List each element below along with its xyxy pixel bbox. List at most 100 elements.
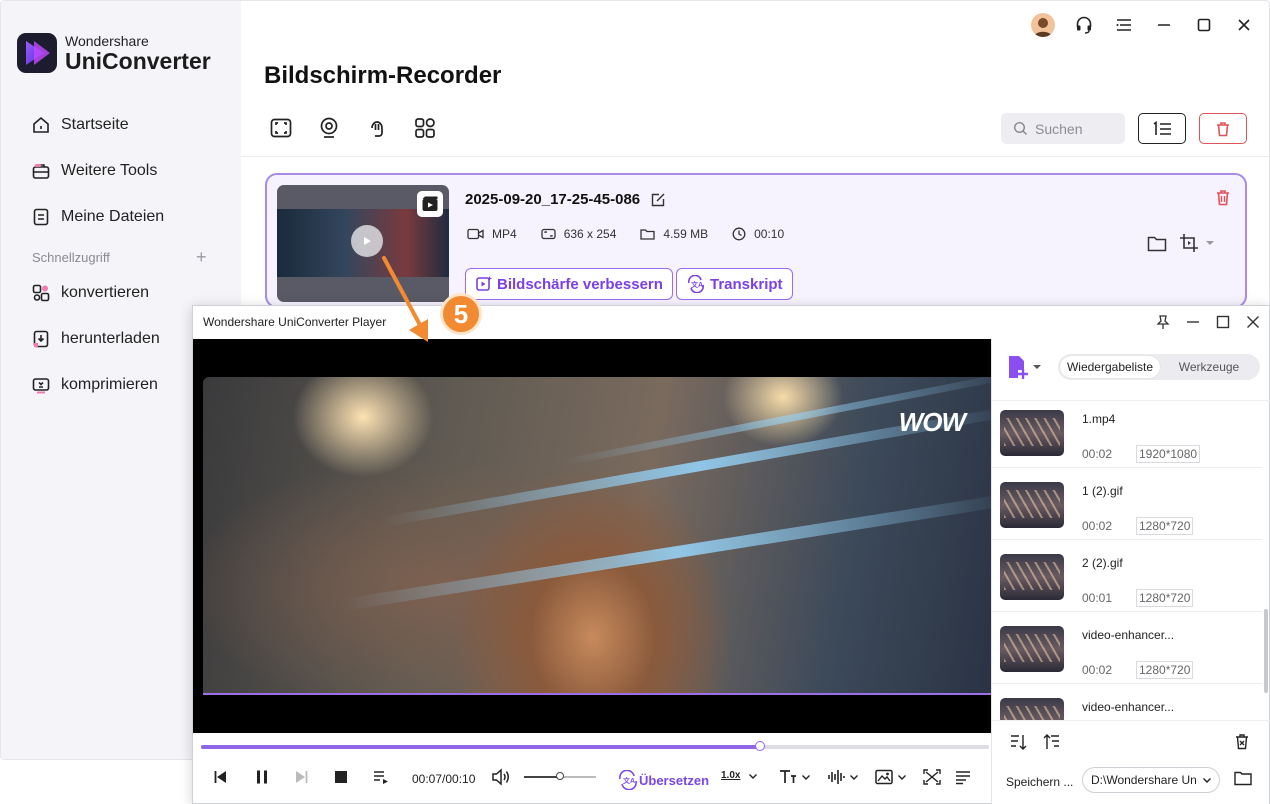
speed-dropdown[interactable]: 1.0x (721, 770, 758, 781)
more-apps-icon[interactable] (413, 116, 437, 140)
translate-button[interactable]: 文A Übersetzen (617, 770, 709, 790)
audio-track-dropdown[interactable] (827, 769, 859, 785)
volume-slider[interactable] (524, 772, 596, 780)
window-toolbar (1031, 13, 1255, 37)
list-item[interactable]: 1 (2).gif 00:02 1280*720 (992, 468, 1262, 540)
transcript-label: Transkript (710, 275, 783, 293)
menu-icon[interactable] (1113, 14, 1135, 36)
seek-handle[interactable] (755, 741, 766, 751)
player-menu-button[interactable] (955, 769, 971, 785)
speed-value: 1.0x (721, 770, 741, 781)
list-item[interactable]: 2 (2).gif 00:01 1280*720 (992, 540, 1262, 612)
playlist-toggle-button[interactable] (373, 769, 389, 785)
step-number-badge: 5 (440, 293, 482, 335)
transcript-button[interactable]: 文A Transkript (676, 268, 793, 300)
sidebar-item-label: komprimieren (61, 376, 158, 393)
search-input[interactable] (1035, 120, 1125, 137)
playlist-item-name: video-enhancer... (1082, 628, 1175, 642)
sidebar-item-herunterladen[interactable]: herunterladen (31, 326, 160, 352)
audio-record-icon[interactable] (365, 116, 389, 140)
playlist-scrollbar[interactable] (1264, 609, 1268, 693)
home-icon (33, 116, 49, 133)
webcam-icon[interactable] (317, 116, 341, 140)
open-folder-icon[interactable] (1147, 235, 1167, 252)
previous-button[interactable] (213, 769, 229, 785)
recording-resolution: 636 x 254 (563, 227, 617, 241)
volume-button[interactable] (491, 768, 511, 786)
clear-playlist-icon[interactable] (1234, 733, 1250, 750)
screen-record-icon[interactable] (269, 116, 293, 140)
add-quick-access-button[interactable]: + (196, 247, 207, 268)
video-clip-icon (417, 191, 443, 217)
sidebar-item-startseite[interactable]: Startseite (31, 112, 129, 138)
sort-descending-icon[interactable] (1042, 733, 1060, 751)
sidebar-item-weitere-tools[interactable]: Weitere Tools (31, 158, 157, 184)
tab-wiedergabeliste[interactable]: Wiedergabeliste (1060, 356, 1160, 378)
recording-meta: MP4 636 x 254 4.59 MB 00:10 (467, 227, 808, 241)
image-icon (875, 769, 893, 785)
snapshot-dropdown[interactable] (875, 769, 907, 785)
stop-button[interactable] (333, 769, 349, 785)
maximize-icon[interactable] (1193, 14, 1215, 36)
play-icon[interactable] (351, 225, 383, 257)
playlist-thumbnail (1000, 626, 1064, 672)
list-item[interactable]: video-enhancer... (992, 684, 1262, 720)
sidebar-item-meine-dateien[interactable]: Meine Dateien (31, 204, 164, 230)
resolution-icon (541, 228, 556, 240)
sidebar-item-komprimieren[interactable]: komprimieren (31, 372, 158, 398)
edit-dropdown[interactable] (1179, 233, 1215, 253)
next-button[interactable] (293, 769, 309, 785)
sidebar-item-label: Weitere Tools (61, 162, 158, 179)
save-location-select[interactable]: D:\Wondershare Un (1082, 767, 1220, 793)
player-maximize-icon[interactable] (1215, 312, 1231, 332)
chevron-down-icon (802, 775, 810, 780)
volume-handle[interactable] (556, 772, 564, 780)
search-box (1001, 113, 1125, 144)
sort-ascending-icon[interactable] (1010, 733, 1028, 751)
time-display: 00:07/00:10 (412, 772, 476, 786)
sort-button[interactable] (1138, 113, 1186, 144)
recorder-mode-bar (269, 116, 437, 140)
subtitle-dropdown[interactable] (779, 769, 811, 785)
user-avatar[interactable] (1031, 13, 1055, 37)
minimize-icon[interactable] (1153, 14, 1175, 36)
recording-card[interactable]: 2025-09-20_17-25-45-086 MP4 636 x 254 4.… (265, 173, 1247, 308)
add-file-icon (1009, 356, 1028, 379)
skip-back-icon (214, 771, 226, 783)
chevron-down-icon (898, 775, 906, 780)
close-icon[interactable] (1233, 14, 1255, 36)
headset-icon[interactable] (1073, 14, 1095, 36)
player-minimize-icon[interactable] (1185, 312, 1201, 332)
enhance-sharpness-button[interactable]: Bildschärfe verbessern (465, 268, 673, 300)
player-close-icon[interactable] (1245, 312, 1261, 332)
recording-name: 2025-09-20_17-25-45-086 (465, 191, 666, 208)
recording-format: MP4 (492, 227, 517, 241)
playlist-item-name: video-enhancer... (1082, 700, 1175, 714)
crop-edit-icon (1180, 234, 1198, 252)
playlist-item-duration: 00:02 (1082, 663, 1113, 677)
add-file-dropdown[interactable] (1006, 354, 1042, 380)
tab-werkzeuge[interactable]: Werkzeuge (1160, 356, 1258, 378)
playlist-item-name: 1.mp4 (1082, 412, 1116, 426)
sidebar-item-konvertieren[interactable]: konvertieren (31, 280, 149, 306)
playlist-thumbnail (1000, 410, 1064, 456)
video-viewport[interactable]: WOW (193, 339, 991, 733)
fullscreen-button[interactable] (923, 769, 941, 785)
seek-bar[interactable] (201, 741, 989, 751)
playlist-item-duration: 00:02 (1082, 447, 1113, 461)
video-format-icon (467, 228, 484, 240)
delete-recording-icon[interactable] (1215, 189, 1231, 206)
recording-thumbnail[interactable] (277, 185, 449, 302)
open-output-folder-icon[interactable] (1234, 771, 1252, 786)
sidebar-item-label: konvertieren (61, 284, 150, 301)
video-frame[interactable]: WOW (203, 377, 991, 695)
delete-all-button[interactable] (1199, 113, 1247, 144)
list-item[interactable]: video-enhancer... 00:02 1280*720 (992, 612, 1262, 684)
pin-icon[interactable] (1155, 312, 1171, 332)
quick-access-label: Schnellzugriff (32, 250, 110, 265)
rename-icon[interactable] (650, 192, 666, 208)
pause-button[interactable] (254, 769, 270, 785)
sidebar-item-label: herunterladen (61, 330, 160, 347)
list-item[interactable]: 1.mp4 00:02 1920*1080 (992, 402, 1262, 468)
compress-icon (32, 378, 50, 394)
